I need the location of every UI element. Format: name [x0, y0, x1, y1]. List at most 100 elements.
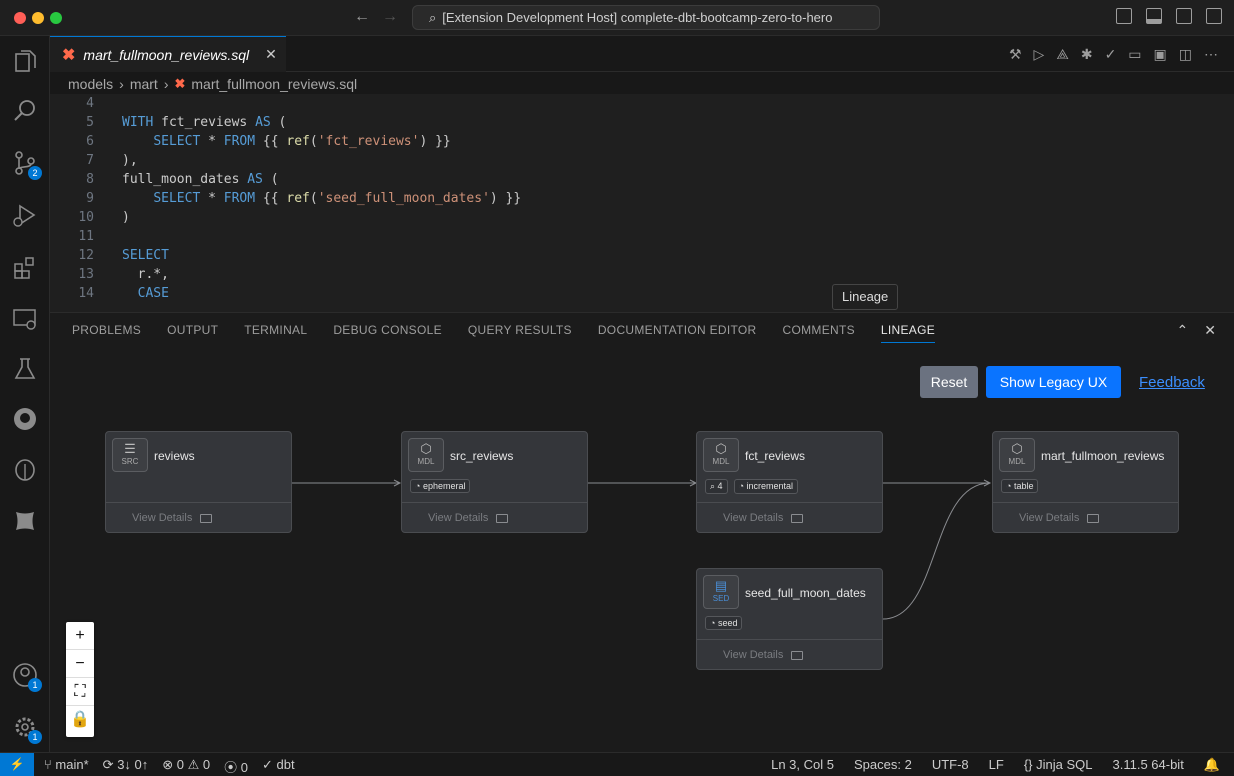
split-editor-icon[interactable]: ◫ [1179, 46, 1192, 63]
model-cube-icon: ⬡ MDL [408, 438, 444, 472]
dbt-icon[interactable] [12, 508, 38, 534]
breadcrumb-file[interactable]: mart_fullmoon_reviews.sql [191, 76, 357, 92]
notifications-bell-icon[interactable]: 🔔 [1204, 757, 1220, 773]
encoding[interactable]: UTF-8 [932, 757, 969, 773]
view-details-button[interactable]: View Details [723, 512, 804, 524]
line-number: 7 [86, 153, 94, 168]
cursor-position[interactable]: Ln 3, Col 5 [771, 757, 834, 773]
tab-output[interactable]: OUTPUT [167, 323, 218, 343]
testing-icon[interactable] [12, 356, 38, 382]
code-editor[interactable]: 4 5 WITH fct_reviews AS ( 6 SELECT * FROM… [50, 94, 1234, 312]
search-icon[interactable] [12, 98, 38, 124]
feedback-link[interactable]: Feedback [1139, 374, 1205, 391]
breadcrumb-folder-mart[interactable]: mart [130, 76, 158, 92]
lineage-canvas[interactable]: ☰ SRC reviews View Details ⬡ MDL src_revie… [50, 411, 1234, 753]
tab-query-results[interactable]: QUERY RESULTS [468, 323, 572, 343]
model-cube-icon: ⬡ MDL [999, 438, 1035, 472]
accounts-icon[interactable]: 1 [12, 662, 42, 692]
node-name: reviews [154, 449, 195, 463]
more-actions-icon[interactable]: ⋯ [1204, 46, 1218, 63]
tab-comments[interactable]: COMMENTS [783, 323, 855, 343]
github-icon[interactable] [12, 406, 38, 432]
explorer-icon[interactable] [12, 48, 38, 74]
lineage-node-fct-reviews[interactable]: ⬡ MDL fct_reviews ⌕ 4 ◔ incremental View … [696, 431, 883, 533]
end-of-line[interactable]: LF [989, 757, 1004, 773]
branch-indicator[interactable]: ⑂ main* [44, 757, 89, 776]
line-number: 11 [78, 229, 94, 244]
indentation[interactable]: Spaces: 2 [854, 757, 912, 773]
ports-indicator[interactable]: ⦿ 0 [224, 757, 248, 776]
view-details-button[interactable]: View Details [723, 649, 804, 661]
toggle-sidebar-icon[interactable] [1116, 8, 1132, 24]
minimize-window-button[interactable] [32, 12, 44, 24]
zoom-out-icon[interactable]: − [66, 650, 94, 678]
extensions-icon[interactable] [12, 254, 38, 280]
window-title: [Extension Development Host] complete-db… [442, 10, 833, 25]
bottom-panel: Lineage PROBLEMS OUTPUT TERMINAL DEBUG C… [50, 284, 1234, 753]
line-number: 5 [86, 115, 94, 130]
forward-arrow-icon[interactable]: → [382, 8, 398, 26]
build-hammer-icon[interactable]: ⚒ [1009, 46, 1022, 63]
close-panel-icon[interactable]: ✕ [1204, 322, 1216, 339]
breadcrumb-folder-models[interactable]: models [68, 76, 113, 92]
maximize-window-button[interactable] [50, 12, 62, 24]
source-database-icon: ☰ SRC [112, 438, 148, 472]
view-details-button[interactable]: View Details [1019, 512, 1100, 524]
settings-gear-icon[interactable]: 1 [12, 714, 42, 744]
show-legacy-ux-button[interactable]: Show Legacy UX [986, 366, 1121, 398]
maximize-panel-icon[interactable]: ⌃ [1177, 322, 1189, 339]
panel-tabs: PROBLEMS OUTPUT TERMINAL DEBUG CONSOLE Q… [72, 323, 936, 343]
remote-indicator-icon[interactable]: ⚡ [0, 753, 34, 776]
run-icon[interactable]: ▷ [1034, 46, 1045, 63]
language-mode[interactable]: {} Jinja SQL [1024, 757, 1093, 773]
node-divider [106, 502, 291, 503]
run-debug-icon[interactable] [12, 202, 38, 228]
lock-icon[interactable]: 🔒 [66, 706, 94, 734]
remote-explorer-icon[interactable] [12, 306, 38, 332]
dbt-status[interactable]: ✓ dbt [262, 757, 295, 776]
materialization-tag: ◔ incremental [733, 479, 799, 494]
source-control-icon[interactable]: 2 [12, 150, 42, 180]
tab-lineage[interactable]: LINEAGE [880, 323, 936, 343]
node-name: seed_full_moon_dates [745, 586, 866, 600]
reset-button[interactable]: Reset [920, 366, 978, 398]
postgres-icon[interactable] [12, 458, 38, 484]
code-line: SELECT [122, 248, 169, 263]
customize-layout-icon[interactable] [1206, 8, 1222, 24]
view-details-button[interactable]: View Details [428, 512, 509, 524]
tab-debug-console[interactable]: DEBUG CONSOLE [333, 323, 442, 343]
problems-indicator[interactable]: ⊗ 0 ⚠ 0 [162, 757, 210, 776]
sync-indicator[interactable]: ⟳ 3↓ 0↑ [103, 757, 149, 776]
zoom-in-icon[interactable]: + [66, 622, 94, 650]
toggle-secondary-sidebar-icon[interactable] [1176, 8, 1192, 24]
test-check-icon[interactable]: ✓ [1105, 46, 1117, 63]
folder-icon [791, 513, 804, 523]
tab-label: mart_fullmoon_reviews.sql [83, 46, 250, 63]
back-arrow-icon[interactable]: ← [354, 8, 370, 26]
folder-icon [200, 513, 213, 523]
status-bar: ⚡ ⑂ main* ⟳ 3↓ 0↑ ⊗ 0 ⚠ 0 ⦿ 0 ✓ dbt Ln 3… [0, 752, 1234, 776]
lineage-node-seed-full-moon-dates[interactable]: ▤ SED seed_full_moon_dates ◔ seed View De… [696, 568, 883, 670]
line-number: 14 [78, 286, 94, 301]
close-tab-icon[interactable]: ✕ [265, 46, 277, 63]
lineage-node-reviews[interactable]: ☰ SRC reviews View Details [105, 431, 292, 533]
lineage-node-src-reviews[interactable]: ⬡ MDL src_reviews ◔ ephemeral View Detail… [401, 431, 588, 533]
dbt-file-icon: ✖ [174, 76, 186, 91]
preview-icon[interactable]: ▭ [1128, 46, 1141, 63]
view-details-button[interactable]: View Details [132, 512, 213, 524]
editor-tab[interactable]: ✖ mart_fullmoon_reviews.sql ✕ [50, 36, 286, 72]
tab-terminal[interactable]: TERMINAL [244, 323, 307, 343]
tab-problems[interactable]: PROBLEMS [72, 323, 141, 343]
close-window-button[interactable] [14, 12, 26, 24]
fit-view-icon[interactable]: ⛶ [66, 678, 94, 706]
lineage-node-mart-fullmoon-reviews[interactable]: ⬡ MDL mart_fullmoon_reviews ◔ table View … [992, 431, 1179, 533]
tab-documentation-editor[interactable]: DOCUMENTATION EDITOR [598, 323, 757, 343]
docs-icon[interactable]: ▣ [1154, 46, 1167, 63]
code-line: CASE [137, 286, 169, 301]
command-center[interactable]: ⌕ [Extension Development Host] complete-… [412, 5, 880, 30]
python-interpreter[interactable]: 3.11.5 64-bit [1113, 757, 1184, 773]
toggle-panel-icon[interactable] [1146, 8, 1162, 24]
compile-icon[interactable]: ⟁ [1056, 46, 1069, 63]
run-model-icon[interactable]: ✱ [1081, 46, 1093, 63]
line-number: 4 [86, 96, 94, 111]
